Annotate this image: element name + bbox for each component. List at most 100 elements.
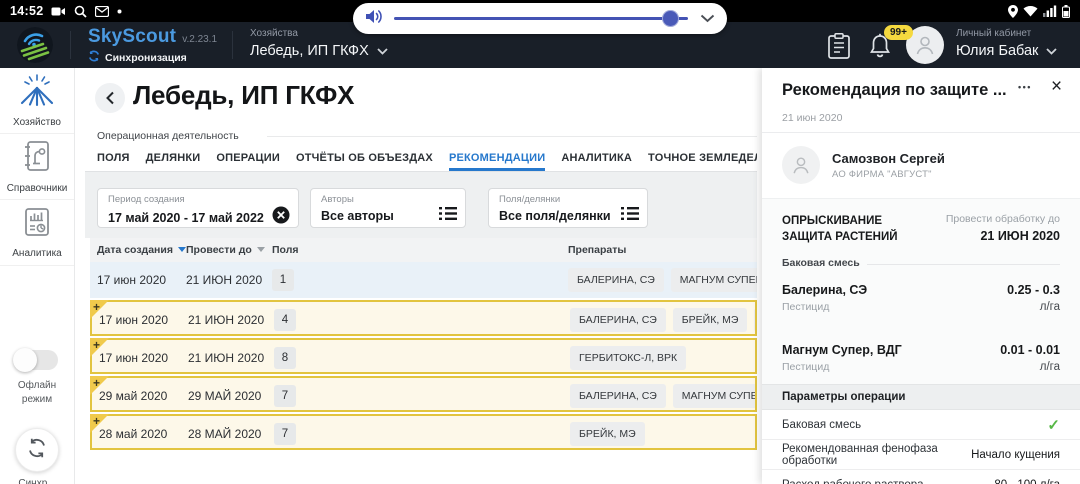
sync-status-label: Синхронизация [105, 52, 187, 64]
account-label: Личный кабинет [956, 28, 1057, 39]
volume-thumb[interactable] [662, 10, 679, 27]
product-unit: л/га [1040, 301, 1060, 313]
product-name: Магнум Супер, ВДГ [782, 343, 902, 357]
header-divider [232, 31, 233, 59]
account-name: Юлия Бабак [956, 43, 1038, 59]
fields-count-chip: 7 [274, 423, 296, 445]
speaker-icon[interactable] [365, 8, 384, 30]
due-date: 28 МАЙ 2020 [188, 416, 261, 452]
period-filter[interactable]: Период создания 17 май 2020 - 17 май 202… [97, 188, 299, 228]
brand-name: SkyScout [88, 26, 176, 48]
list-select-icon [439, 206, 457, 226]
product-chip: БРЕЙК, МЭ [673, 308, 748, 332]
tab-recommendations[interactable]: РЕКОМЕНДАЦИИ [449, 146, 545, 171]
tab-plots[interactable]: ДЕЛЯНКИ [146, 146, 201, 171]
due-label: Провести обработку до [946, 213, 1060, 225]
more-options-icon[interactable]: ••• [1018, 82, 1032, 92]
chevron-down-icon [1046, 42, 1057, 60]
recommendation-row[interactable]: + 17 июн 2020 21 ИЮН 2020 4 БАЛЕРИНА, СЭ… [90, 300, 757, 336]
toggle-knob [13, 348, 37, 372]
check-icon: ✓ [1047, 416, 1060, 434]
column-header-due[interactable]: Провести до [186, 238, 265, 262]
product-category: Пестицид [782, 361, 829, 373]
created-date: 28 май 2020 [99, 416, 167, 452]
volume-slider[interactable] [394, 10, 688, 27]
offline-mode-label: Офлайн режим [11, 379, 63, 406]
field-icon [19, 73, 55, 112]
sort-icon [257, 247, 265, 252]
volume-expand-chevron-icon[interactable] [700, 10, 715, 28]
analytics-icon [21, 206, 53, 243]
fields-count-chip: 8 [274, 347, 296, 369]
param-label: Рекомендованная фенофаза обработки [782, 443, 971, 467]
filter-bar: Период создания 17 май 2020 - 17 май 202… [85, 172, 757, 238]
search-icon [74, 5, 87, 18]
recommendation-row[interactable]: 17 июн 2020 21 ИЮН 2020 1 БАЛЕРИНА, СЭ М… [90, 262, 757, 298]
plus-icon: + [93, 338, 100, 352]
signal-icon [1043, 5, 1057, 17]
recommendation-row[interactable]: + 17 июн 2020 21 ИЮН 2020 8 ГЕРБИТОКС-Л,… [90, 338, 757, 374]
product-chip: ГЕРБИТОКС-Л, ВРК [570, 346, 686, 370]
operation-type: ОПРЫСКИВАНИЕ ЗАЩИТА РАСТЕНИЙ [782, 213, 898, 245]
product-rate: 0.01 - 0.01 [1000, 343, 1060, 357]
sidebar-item-analytics[interactable]: Аналитика [0, 200, 74, 266]
created-date: 29 май 2020 [99, 378, 167, 414]
app-version: v.2.23.1 [182, 34, 217, 45]
due-date: 21 ИЮН 2020 [980, 229, 1060, 243]
product-chip: МАГНУМ СУПЕР, ВДГ [673, 384, 755, 408]
close-icon[interactable]: × [1051, 76, 1062, 98]
param-value: 80 - 100 л/га [994, 479, 1060, 484]
sync-status-icon [88, 49, 100, 67]
product-chip: БАЛЕРИНА, СЭ [570, 308, 666, 332]
fields-count-chip: 1 [272, 269, 294, 291]
product-rate: 0.25 - 0.3 [1007, 283, 1060, 297]
tab-operations[interactable]: ОПЕРАЦИИ [216, 146, 280, 171]
product-chip: БРЕЙК, МЭ [570, 422, 645, 446]
account-menu[interactable]: Личный кабинет Юлия Бабак [956, 28, 1057, 60]
filter-label: Поля/делянки [499, 194, 639, 205]
tab-precision-farming[interactable]: ТОЧНОЕ ЗЕМЛЕДЕЛИЕ [648, 146, 757, 171]
filter-value: 17 май 2020 - 17 май 2022 [108, 211, 264, 225]
sidebar-item-references[interactable]: Справочники [0, 134, 74, 200]
sidebar-item-label: Хозяйство [13, 117, 61, 128]
plus-icon: + [93, 414, 100, 428]
created-date: 17 июн 2020 [99, 340, 168, 376]
plus-icon: + [93, 376, 100, 390]
filter-label: Авторы [321, 194, 457, 205]
offline-mode-toggle[interactable] [16, 350, 58, 370]
sidebar-item-farm[interactable]: Хозяйство [0, 68, 74, 134]
recommendation-detail-panel: Рекомендация по защите ... ••• × 21 июн … [762, 68, 1080, 484]
authors-filter[interactable]: Авторы Все авторы [310, 188, 466, 228]
tab-fields[interactable]: ПОЛЯ [97, 146, 130, 171]
column-header-fields: Поля [272, 238, 299, 262]
param-row-solution-rate: Расход рабочего раствора 80 - 100 л/га [762, 470, 1080, 484]
section-label: Операционная деятельность [97, 130, 239, 142]
tasks-clipboard-button[interactable] [828, 33, 850, 64]
product-chip: МАГНУМ СУПЕР, ВДГ [671, 268, 757, 292]
due-date: 21 ИЮН 2020 [188, 302, 264, 338]
manual-sync-button[interactable] [15, 428, 59, 472]
reference-book-icon [21, 139, 53, 178]
volume-track [394, 17, 688, 20]
column-header-created[interactable]: Дата создания [97, 238, 186, 262]
divider [867, 264, 1060, 265]
video-call-icon [51, 6, 66, 17]
product-chips: ГЕРБИТОКС-Л, ВРК [570, 346, 755, 370]
back-button[interactable] [95, 83, 125, 113]
column-header-products: Препараты [568, 238, 626, 262]
author-name: Самозвон Сергей [832, 151, 945, 166]
clear-filter-icon[interactable] [272, 206, 290, 229]
sidebar-item-label: Справочники [7, 183, 68, 194]
fields-count-chip: 4 [274, 309, 296, 331]
product-chips: БРЕЙК, МЭ [570, 422, 755, 446]
tab-analytics[interactable]: АНАЛИТИКА [561, 146, 632, 171]
tab-scouting-reports[interactable]: ОТЧЁТЫ ОБ ОБЪЕЗДАХ [296, 146, 433, 171]
section-divider [267, 136, 757, 137]
due-date: 21 ИЮН 2020 [186, 262, 262, 298]
product-chips: БАЛЕРИНА, СЭ МАГНУМ СУПЕР, ВДГ [568, 268, 757, 292]
due-date: 21 ИЮН 2020 [188, 340, 264, 376]
divider [762, 132, 1080, 133]
fields-filter[interactable]: Поля/делянки Все поля/делянки [488, 188, 648, 228]
recommendation-row[interactable]: + 29 май 2020 29 МАЙ 2020 7 БАЛЕРИНА, СЭ… [90, 376, 757, 412]
recommendation-row[interactable]: + 28 май 2020 28 МАЙ 2020 7 БРЕЙК, МЭ [90, 414, 757, 450]
